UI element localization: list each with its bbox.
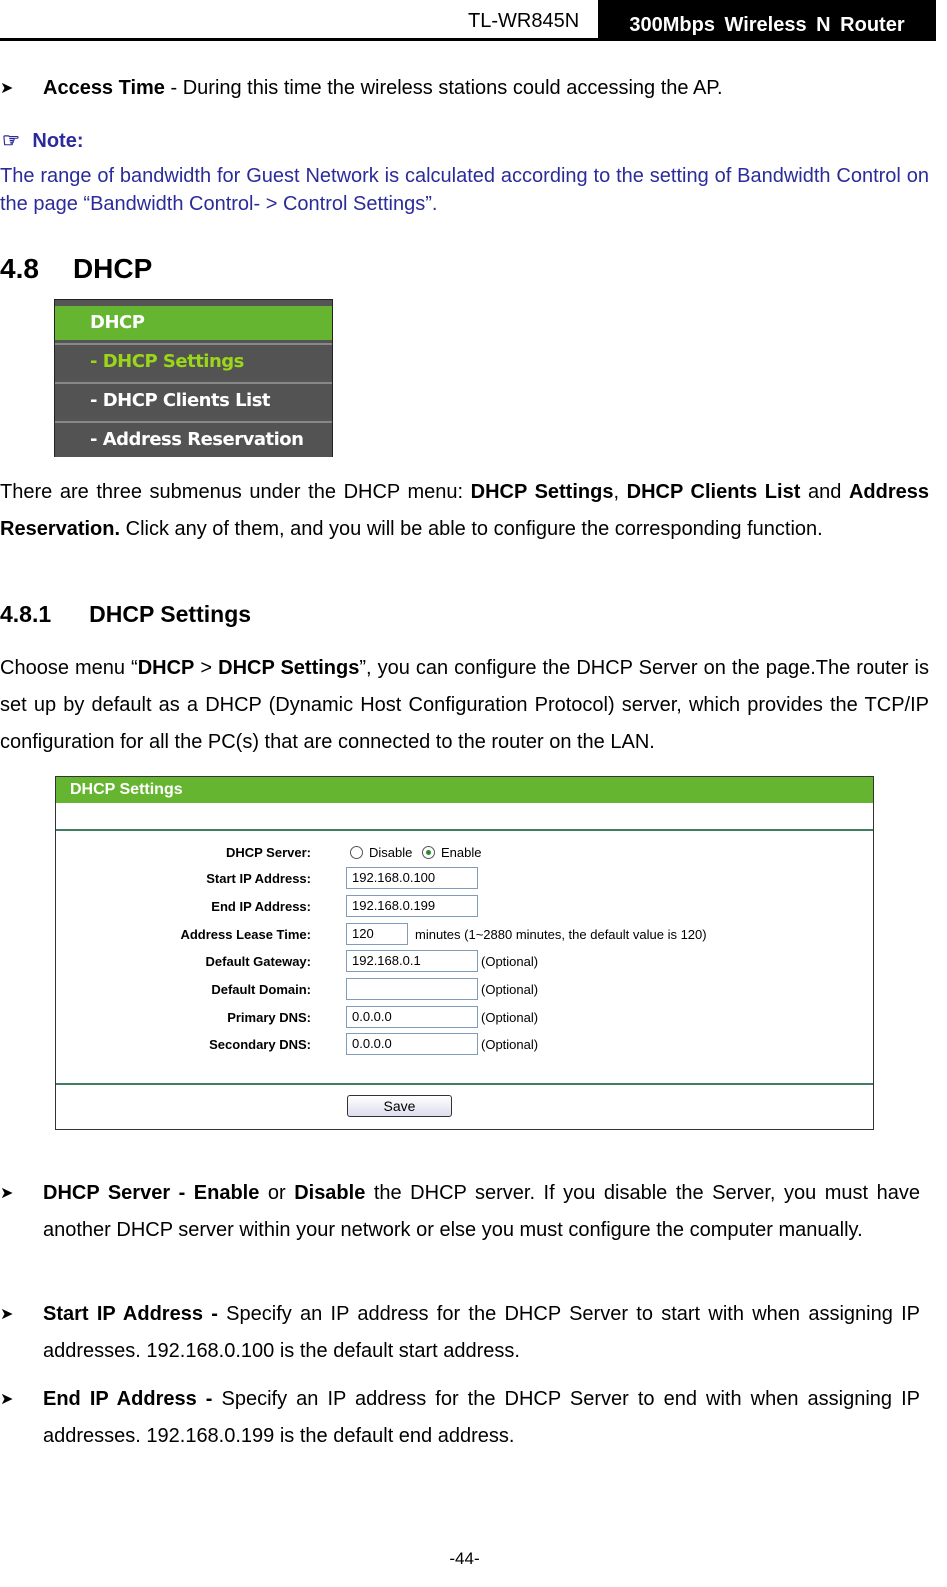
dhcp-menu: DHCP - DHCP Settings - DHCP Clients List… [54,299,333,457]
primary-dns-input[interactable]: 0.0.0.0 [346,1006,478,1028]
enable-label: Enable [440,845,482,860]
section-heading: 4.8 DHCP [0,253,152,285]
divider [56,829,873,831]
secondary-dns-row: Secondary DNS: 0.0.0.0 (Optional) [56,1033,873,1057]
divider [56,1083,873,1085]
optional-hint: (Optional) [481,954,539,969]
dhcp-server-row: DHCP Server: Disable Enable [56,841,873,865]
start-ip-input[interactable]: 192.168.0.100 [346,867,478,889]
start-ip-row: Start IP Address: 192.168.0.100 [56,867,873,891]
header-divider [0,38,936,41]
secondary-dns-input[interactable]: 0.0.0.0 [346,1033,478,1055]
arrow-bullet-icon: ➤ [0,1185,14,1202]
optional-hint: (Optional) [481,1037,539,1052]
subsection-number: 4.8.1 [0,601,52,627]
default-domain-row: Default Domain: (Optional) [56,978,873,1002]
default-domain-input[interactable] [346,978,478,1000]
bullet-start-ip: ➤ Start IP Address - Specify an IP addre… [0,1296,929,1370]
enable-radio[interactable] [421,846,435,859]
field-label: Default Gateway: [205,954,311,969]
optional-hint: (Optional) [481,982,539,997]
disable-radio[interactable] [350,846,363,859]
save-button[interactable]: Save [347,1095,452,1117]
primary-dns-row: Primary DNS: 0.0.0.0 (Optional) [56,1006,873,1030]
subsection-title: DHCP Settings [89,601,252,627]
bullet-dhcp-server: ➤ DHCP Server - Enable or Disable the DH… [0,1175,929,1249]
section-title: DHCP [72,253,153,284]
subsection-heading: 4.8.1 DHCP Settings [0,601,251,628]
description: - During this time the wireless stations… [164,77,723,99]
choose-paragraph: Choose menu “DHCP > DHCP Settings”, you … [0,657,930,753]
field-label: Start IP Address: [206,871,311,886]
section-number: 4.8 [0,253,39,284]
arrow-bullet-icon: ➤ [0,80,14,97]
bullet-access-time: ➤ Access Time - During this time the wir… [0,70,929,107]
header-model: TL-WR845N [468,10,580,32]
field-label: Default Domain: [211,982,311,997]
menu-item-dhcp-settings[interactable]: - DHCP Settings [55,343,332,379]
pointing-hand-icon: ☞ [2,130,20,152]
note-label: Note: [32,130,84,152]
menu-item-address-reservation[interactable]: - Address Reservation [55,421,332,457]
lease-time-input[interactable]: 120 [346,923,408,945]
note-text: The range of bandwidth for Guest Network… [0,165,929,215]
default-gateway-input[interactable]: 192.168.0.1 [346,950,478,972]
optional-hint: (Optional) [481,1010,539,1025]
field-label: Secondary DNS: [209,1037,311,1052]
disable-label: Disable [369,845,413,860]
bullet-end-ip: ➤ End IP Address - Specify an IP address… [0,1381,929,1455]
field-label: Primary DNS: [227,1010,311,1025]
note-heading: ☞ Note: [2,128,84,153]
end-ip-row: End IP Address: 192.168.0.199 [56,895,873,919]
end-ip-input[interactable]: 192.168.0.199 [346,895,478,917]
panel-title: DHCP Settings [56,777,873,803]
intro-paragraph: There are three submenus under the DHCP … [0,481,929,540]
field-label: End IP Address: [211,899,311,914]
field-label: Address Lease Time: [180,927,311,942]
dhcp-settings-panel: DHCP Settings DHCP Server: Disable Enabl… [55,776,874,1130]
arrow-bullet-icon: ➤ [0,1306,14,1323]
dhcp-server-label: DHCP Server: [225,845,311,860]
header-product: 300Mbps Wireless N Router [598,0,936,40]
menu-item-dhcp[interactable]: DHCP [55,306,332,340]
lease-time-row: Address Lease Time: 120 minutes (1~2880 … [56,923,873,947]
term: Access Time [43,77,165,99]
arrow-bullet-icon: ➤ [0,1391,14,1408]
menu-item-dhcp-clients-list[interactable]: - DHCP Clients List [55,382,332,418]
lease-time-hint: minutes (1~2880 minutes, the default val… [415,927,707,942]
default-gateway-row: Default Gateway: 192.168.0.1 (Optional) [56,950,873,974]
page-number: -44- [449,1549,480,1568]
